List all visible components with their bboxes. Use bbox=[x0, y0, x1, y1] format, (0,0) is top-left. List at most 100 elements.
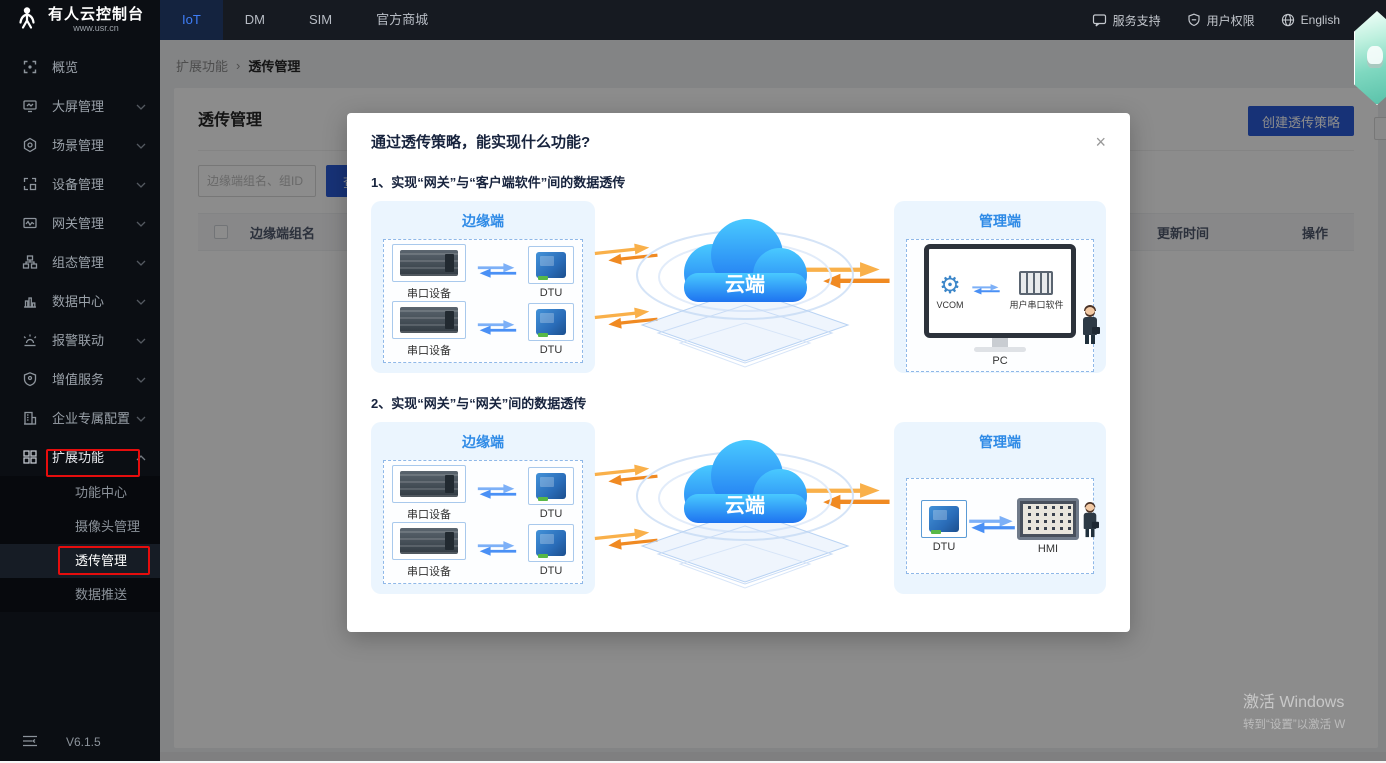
serial-device-label: 串口设备 bbox=[407, 563, 451, 579]
sidebar-item-label: 场景管理 bbox=[52, 135, 136, 154]
version-label: V6.1.5 bbox=[66, 735, 101, 749]
dtu-image bbox=[528, 467, 574, 505]
serial-device-image bbox=[392, 522, 466, 560]
serial-device-image bbox=[392, 244, 466, 282]
section1-manage-panel: 管理端 ⚙ VCOM 用户串口软件 bbox=[894, 201, 1106, 373]
sidebar-item-label: 组态管理 bbox=[52, 252, 136, 271]
section2-manage-panel: 管理端 DTU HMI bbox=[894, 422, 1106, 594]
alarm-icon bbox=[22, 332, 38, 348]
blue-double-arrow-icon bbox=[967, 514, 1017, 539]
close-icon[interactable]: × bbox=[1095, 133, 1106, 151]
monitor-image: ⚙ VCOM 用户串口软件 bbox=[924, 244, 1076, 338]
manage-dashed-area: ⚙ VCOM 用户串口软件 PC bbox=[906, 239, 1094, 372]
dtu-label: DTU bbox=[540, 287, 563, 299]
service-support-link[interactable]: 服务支持 bbox=[1092, 12, 1161, 29]
chevron-down-icon bbox=[136, 98, 146, 113]
chevron-down-icon bbox=[136, 410, 146, 425]
section1-diagram: 边缘端 串口设备 DTU 串口设备 DTU bbox=[371, 201, 1106, 373]
edge-dashed-area: 串口设备 DTU 串口设备 DTU bbox=[383, 239, 583, 363]
chevron-down-icon bbox=[136, 215, 146, 230]
sidebar-item-extension[interactable]: 扩展功能 bbox=[0, 437, 160, 476]
screen: 有人云控制台 www.usr.cn 概览 大屏管理 场景管理 设备管理 bbox=[0, 0, 1386, 763]
building-icon bbox=[22, 410, 38, 426]
sidebar-item-label: 网关管理 bbox=[52, 213, 136, 232]
edge-row-2: 串口设备 DTU bbox=[392, 522, 574, 579]
serial-device-image bbox=[392, 301, 466, 339]
tab-iot[interactable]: IoT bbox=[160, 0, 223, 40]
edge-dashed-area: 串口设备 DTU 串口设备 DTU bbox=[383, 460, 583, 584]
dtu-label: DTU bbox=[933, 541, 956, 553]
tab-mall[interactable]: 官方商城 bbox=[354, 0, 450, 40]
collapse-sidebar-icon[interactable] bbox=[22, 735, 38, 750]
submenu-item-datapush[interactable]: 数据推送 bbox=[0, 578, 160, 612]
serial-device-image bbox=[392, 465, 466, 503]
submenu-item-passthrough[interactable]: 透传管理 bbox=[0, 544, 160, 578]
globe-icon bbox=[1281, 13, 1295, 27]
sidebar-item-scene[interactable]: 场景管理 bbox=[0, 125, 160, 164]
chevron-down-icon bbox=[136, 293, 146, 308]
vcom-gear-icon: ⚙ bbox=[939, 273, 961, 297]
pc-illustration: ⚙ VCOM 用户串口软件 PC bbox=[915, 244, 1085, 367]
section1-cloud-zone: 云端 bbox=[595, 201, 894, 373]
section2-diagram: 边缘端 串口设备 DTU 串口设备 DTU bbox=[371, 422, 1106, 594]
hexagon-avatar-figure bbox=[1367, 46, 1383, 68]
hmi-label: HMI bbox=[1038, 543, 1058, 555]
serial-device-label: 串口设备 bbox=[407, 285, 451, 301]
gateway-icon bbox=[22, 215, 38, 231]
chevron-down-icon bbox=[136, 332, 146, 347]
submenu-item-camera[interactable]: 摄像头管理 bbox=[0, 510, 160, 544]
section1-heading: 1、实现“网关”与“客户端软件”间的数据透传 bbox=[371, 172, 1106, 191]
sidebar-footer: V6.1.5 bbox=[0, 727, 160, 757]
sidebar-item-enterprise[interactable]: 企业专属配置 bbox=[0, 398, 160, 437]
cloud-illustration: 云端 bbox=[610, 424, 880, 592]
scene-icon bbox=[22, 137, 38, 153]
chevron-down-icon bbox=[136, 176, 146, 191]
pc-caption: PC bbox=[992, 355, 1007, 367]
sidebar: 有人云控制台 www.usr.cn 概览 大屏管理 场景管理 设备管理 bbox=[0, 0, 160, 763]
blue-double-arrow-icon bbox=[476, 482, 518, 505]
chevron-down-icon bbox=[136, 371, 146, 386]
serial-device-label: 串口设备 bbox=[407, 506, 451, 522]
sidebar-item-label: 设备管理 bbox=[52, 174, 136, 193]
extension-submenu: 功能中心 摄像头管理 透传管理 数据推送 bbox=[0, 476, 160, 612]
dtu-image bbox=[528, 303, 574, 341]
sidebar-item-alarm[interactable]: 报警联动 bbox=[0, 320, 160, 359]
sidebar-item-gateway[interactable]: 网关管理 bbox=[0, 203, 160, 242]
sidebar-item-bigscreen[interactable]: 大屏管理 bbox=[0, 86, 160, 125]
tab-dm[interactable]: DM bbox=[223, 0, 287, 40]
serial-software-label: 用户串口软件 bbox=[1009, 298, 1063, 311]
sidebar-item-device[interactable]: 设备管理 bbox=[0, 164, 160, 203]
product-tabs: IoT DM SIM 官方商城 bbox=[160, 0, 450, 40]
blue-double-arrow-icon bbox=[476, 318, 518, 341]
sidebar-item-label: 大屏管理 bbox=[52, 96, 136, 115]
topbar: IoT DM SIM 官方商城 服务支持 用户权限 English bbox=[160, 0, 1386, 40]
sidebar-menu: 概览 大屏管理 场景管理 设备管理 网关管理 bbox=[0, 40, 160, 612]
sidebar-item-datacenter[interactable]: 数据中心 bbox=[0, 281, 160, 320]
sidebar-item-overview[interactable]: 概览 bbox=[0, 47, 160, 86]
tab-sim[interactable]: SIM bbox=[287, 0, 354, 40]
logo-text: 有人云控制台 www.usr.cn bbox=[48, 7, 144, 33]
dtu-label: DTU bbox=[540, 508, 563, 520]
shield-icon bbox=[1187, 13, 1201, 27]
user-permission-link[interactable]: 用户权限 bbox=[1187, 12, 1255, 29]
user-permission-label: 用户权限 bbox=[1207, 12, 1255, 29]
serial-software-icon bbox=[1019, 271, 1053, 295]
badge-icon bbox=[22, 371, 38, 387]
modal-title: 通过透传策略，能实现什么功能? bbox=[371, 131, 590, 152]
dtu-image bbox=[528, 246, 574, 284]
edge-row-1: 串口设备 DTU bbox=[392, 244, 574, 301]
edge-panel-title: 边缘端 bbox=[383, 211, 583, 231]
submenu-item-function-center[interactable]: 功能中心 bbox=[0, 476, 160, 510]
svg-text:云端: 云端 bbox=[725, 494, 765, 517]
sidebar-item-label: 报警联动 bbox=[52, 330, 136, 349]
manage-panel-title: 管理端 bbox=[906, 432, 1094, 452]
hmi-image bbox=[1017, 498, 1079, 540]
sidebar-item-scada[interactable]: 组态管理 bbox=[0, 242, 160, 281]
language-switch[interactable]: English bbox=[1281, 13, 1340, 27]
edge-panel-title: 边缘端 bbox=[383, 432, 583, 452]
chevron-down-icon bbox=[136, 137, 146, 152]
logo[interactable]: 有人云控制台 www.usr.cn bbox=[0, 0, 160, 40]
businessman-illustration bbox=[1082, 502, 1098, 538]
sidebar-item-vas[interactable]: 增值服务 bbox=[0, 359, 160, 398]
logo-subtitle: www.usr.cn bbox=[48, 23, 144, 33]
